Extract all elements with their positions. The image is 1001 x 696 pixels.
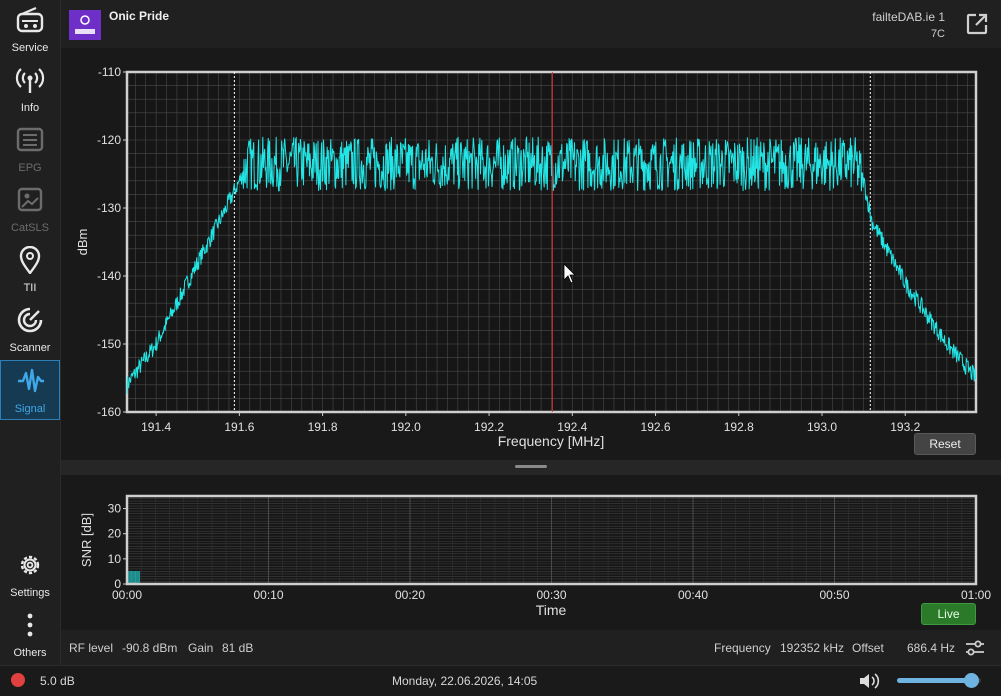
sidebar-item-signal[interactable]: Signal bbox=[0, 360, 60, 420]
x-tick-label: 191.8 bbox=[308, 420, 338, 434]
sidebar-item-service[interactable]: Service bbox=[0, 0, 60, 60]
volume-slider[interactable] bbox=[897, 673, 981, 688]
scanner-icon bbox=[17, 307, 43, 333]
external-window-icon[interactable] bbox=[965, 12, 989, 36]
sidebar-item-epg[interactable]: EPG bbox=[0, 120, 60, 180]
station-name: Onic Pride bbox=[109, 9, 170, 23]
x-tick-label: 192.2 bbox=[474, 420, 504, 434]
live-button[interactable]: Live bbox=[921, 603, 976, 625]
rf-level-label: RF level bbox=[69, 641, 114, 655]
station-logo bbox=[69, 10, 101, 40]
x-tick-label: 192.4 bbox=[557, 420, 587, 434]
offset-label: Offset bbox=[852, 641, 884, 655]
signal-wave-icon bbox=[18, 368, 44, 393]
tune-settings-icon[interactable] bbox=[964, 639, 986, 657]
signal-status-bar: RF level -90.8 dBm Gain 81 dB Frequency … bbox=[61, 631, 1001, 665]
y-tick-label: -140 bbox=[97, 269, 121, 283]
more-vertical-icon bbox=[27, 613, 33, 637]
sidebar-item-scanner[interactable]: Scanner bbox=[0, 300, 60, 360]
x-tick-label: 00:50 bbox=[819, 588, 849, 602]
y-tick-label: -120 bbox=[97, 133, 121, 147]
service-header: Onic Pride failteDAB.ie 1 7C bbox=[61, 0, 1001, 48]
x-tick-label: 192.6 bbox=[641, 420, 671, 434]
image-icon bbox=[17, 187, 43, 212]
sidebar-item-tii[interactable]: TII bbox=[0, 240, 60, 300]
x-tick-label: 01:00 bbox=[961, 588, 991, 602]
footer-bar: 5.0 dB Monday, 22.06.2026, 14:05 bbox=[0, 665, 1001, 696]
frequency-value: 192352 kHz bbox=[780, 641, 845, 655]
sidebar-item-catsls[interactable]: CatSLS bbox=[0, 180, 60, 240]
snr-bar bbox=[130, 571, 136, 585]
x-tick-label: 191.6 bbox=[224, 420, 254, 434]
list-icon bbox=[16, 127, 44, 152]
snr-bar bbox=[135, 571, 140, 585]
sidebar-item-settings[interactable]: Settings bbox=[0, 545, 60, 605]
spectrum-ylabel: dBm bbox=[75, 229, 90, 256]
spectrum-xlabel: Frequency [MHz] bbox=[498, 433, 605, 449]
snr-ylabel: SNR [dB] bbox=[79, 513, 94, 567]
sidebar-item-label: Info bbox=[20, 102, 40, 114]
y-tick-label: 20 bbox=[108, 527, 122, 541]
y-tick-label: -160 bbox=[97, 405, 121, 419]
snr-chart[interactable]: 00:00 00:10 00:20 00:30 00:40 00:50 01:0001020… bbox=[61, 475, 1001, 630]
offset-value: 686.4 Hz bbox=[907, 641, 956, 655]
reset-button[interactable]: Reset bbox=[914, 433, 976, 455]
x-tick-label: 193.2 bbox=[890, 420, 920, 434]
gear-icon bbox=[20, 555, 40, 575]
gain-value: 81 dB bbox=[222, 641, 254, 655]
sidebar-item-others[interactable]: Others bbox=[0, 605, 60, 665]
gain-label: Gain bbox=[188, 641, 214, 655]
date-time: Monday, 22.06.2026, 14:05 bbox=[392, 674, 538, 688]
rf-level-value: -90.8 dBm bbox=[122, 641, 178, 655]
sidebar-item-info[interactable]: Info bbox=[0, 60, 60, 120]
y-tick-label: -130 bbox=[97, 201, 121, 215]
x-tick-label: 192.8 bbox=[724, 420, 754, 434]
spectrum-chart[interactable]: 191.4 191.6 191.8 192.0 192.2 192.4 192.6 192.8… bbox=[61, 48, 1001, 460]
radio-icon bbox=[16, 6, 44, 33]
sidebar-item-label: EPG bbox=[18, 162, 42, 174]
snr-readout: 5.0 dB bbox=[40, 674, 75, 688]
volume-slider-fill bbox=[897, 678, 971, 683]
snr-xlabel: Time bbox=[536, 602, 567, 618]
frequency-label: Frequency bbox=[714, 641, 771, 655]
x-tick-label: 00:30 bbox=[536, 588, 566, 602]
broadcast-icon bbox=[15, 68, 45, 93]
x-tick-label: 00:10 bbox=[253, 588, 283, 602]
x-tick-label: 191.4 bbox=[141, 420, 171, 434]
record-indicator-icon bbox=[11, 673, 25, 687]
panel-splitter[interactable] bbox=[61, 460, 1001, 475]
sidebar-item-label: Others bbox=[13, 647, 47, 659]
x-tick-label: 00:20 bbox=[395, 588, 425, 602]
spectrum-panel: 191.4 191.6 191.8 192.0 192.2 192.4 192.6 192.8… bbox=[61, 48, 1001, 460]
sidebar-item-label: CatSLS bbox=[11, 222, 49, 234]
sidebar-item-label: Settings bbox=[10, 587, 50, 599]
sidebar-item-label: Service bbox=[11, 42, 49, 54]
y-tick-label: -110 bbox=[98, 65, 121, 79]
splitter-grip[interactable] bbox=[515, 465, 547, 468]
station-logo-graphic bbox=[75, 15, 95, 34]
sidebar-item-label: TII bbox=[23, 282, 37, 294]
y-tick-label: -150 bbox=[97, 337, 121, 351]
x-tick-label: 00:40 bbox=[678, 588, 708, 602]
y-tick-label: 0 bbox=[114, 577, 121, 591]
location-pin-icon bbox=[19, 246, 41, 274]
snr-panel: 00:00 00:10 00:20 00:30 00:40 00:50 01:00 0 10 20… bbox=[61, 475, 1001, 630]
volume-slider-knob[interactable] bbox=[963, 673, 979, 688]
volume-icon[interactable] bbox=[858, 671, 880, 691]
ensemble-name: failteDAB.ie 1 bbox=[872, 10, 945, 24]
y-tick-label: 30 bbox=[108, 502, 122, 516]
y-tick-label: 10 bbox=[108, 552, 122, 566]
x-tick-label: 193.0 bbox=[807, 420, 837, 434]
channel-label: 7C bbox=[930, 28, 945, 40]
sidebar-item-label: Scanner bbox=[9, 342, 51, 354]
sidebar: Service Info EPG CatSLS TII Scanner Sign… bbox=[0, 0, 61, 665]
x-tick-label: 192.0 bbox=[391, 420, 421, 434]
sidebar-item-label: Signal bbox=[14, 403, 46, 415]
